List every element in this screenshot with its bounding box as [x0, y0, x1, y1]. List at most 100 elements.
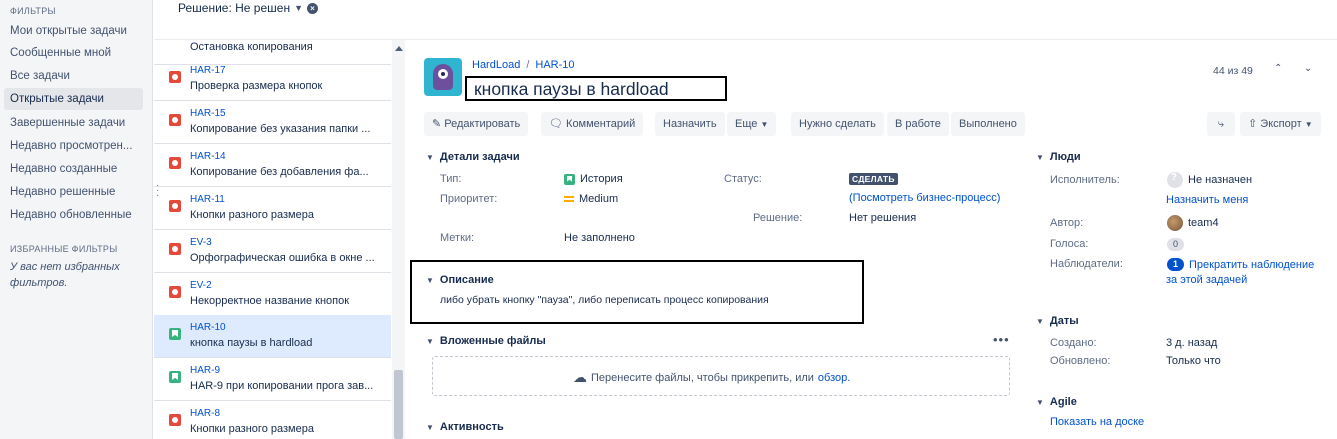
filter-recently-resolved[interactable]: Недавно решенные [4, 181, 143, 203]
comment-button[interactable]: 🗨 Комментарий [541, 112, 644, 136]
done-button[interactable]: Выполнено [951, 112, 1025, 136]
priority-value: Medium [564, 193, 618, 205]
filter-recently-created[interactable]: Недавно созданные [4, 158, 143, 180]
activity-section-toggle[interactable]: ▼ Активность [426, 421, 504, 433]
votes-label: Голоса: [1050, 238, 1089, 250]
filter-open[interactable]: Открытые задачи [4, 88, 143, 110]
filter-my-open[interactable]: Мои открытые задачи [4, 20, 143, 42]
share-button[interactable]: ⤷ [1207, 112, 1235, 136]
issue-pager: 44 из 49 [1213, 65, 1253, 77]
dates-heading: Даты [1049, 315, 1079, 327]
story-icon [564, 173, 575, 185]
list-item-summary: кнопка паузы в hardload [190, 337, 313, 349]
filter-all[interactable]: Все задачи [4, 65, 143, 87]
workflow-link[interactable]: (Посмотреть бизнес-процесс) [849, 192, 1000, 204]
list-item-selected[interactable]: HAR-10 кнопка паузы в hardload [154, 315, 391, 358]
assign-to-me-link[interactable]: Назначить меня [1166, 194, 1248, 206]
dates-section-toggle[interactable]: ▼ Даты [1036, 315, 1079, 327]
list-item-key[interactable]: HAR-9 [190, 365, 220, 376]
list-item-summary: Кнопки разного размера [190, 209, 314, 221]
breadcrumb-project[interactable]: HardLoad [472, 59, 520, 71]
list-item-summary: Орфографическая ошибка в окне ... [190, 252, 375, 264]
project-avatar[interactable] [424, 58, 462, 96]
export-button[interactable]: ⇧ Экспорт ▼ [1240, 112, 1321, 136]
status-badge: СДЕЛАТЬ [849, 173, 898, 185]
breadcrumb: HardLoad / HAR-10 [472, 59, 575, 71]
assignee-value: Не назначен [1167, 172, 1252, 188]
created-label: Создано: [1050, 337, 1097, 349]
created-value: 3 д. назад [1166, 337, 1218, 349]
list-item-key[interactable]: EV-3 [190, 237, 212, 248]
stop-watching-link[interactable]: Прекратить наблюдение [1189, 259, 1314, 271]
list-item[interactable]: HAR-9 HAR-9 при копировании прога зав... [154, 358, 391, 401]
list-item-key[interactable]: HAR-10 [190, 322, 226, 333]
attachment-dropzone[interactable]: ☁ Перенесите файлы, чтобы прикрепить, ил… [432, 356, 1010, 396]
list-item-summary: HAR-9 при копировании прога зав... [190, 380, 374, 392]
description-text[interactable]: либо убрать кнопку "пауза", либо перепис… [440, 294, 769, 306]
votes-value[interactable]: 0 [1167, 238, 1184, 251]
description-highlight [410, 260, 864, 324]
type-text: История [580, 173, 623, 185]
list-item[interactable]: HAR-8 Кнопки разного размера [154, 401, 391, 439]
people-section-toggle[interactable]: ▼ Люди [1036, 151, 1081, 163]
story-icon [169, 371, 181, 383]
bug-icon [169, 114, 181, 126]
chevron-down-icon: ▼ [426, 422, 434, 432]
favorites-heading: ИЗБРАННЫЕ ФИЛЬТРЫ [10, 244, 118, 254]
scroll-up-icon[interactable] [395, 46, 403, 51]
filter-recently-viewed[interactable]: Недавно просмотрен... [4, 135, 143, 157]
chevron-down-icon: ▼ [1036, 397, 1044, 407]
in-progress-button[interactable]: В работе [887, 112, 949, 136]
favorites-empty-note: У вас нет избранных фильтров. [10, 261, 120, 289]
list-item-key[interactable]: HAR-14 [190, 151, 226, 162]
chevron-down-icon[interactable]: ⌄ [1304, 63, 1312, 74]
clear-filter-icon[interactable]: × [307, 2, 318, 14]
more-button[interactable]: Еще ▼ [727, 112, 777, 136]
chevron-up-icon[interactable]: ⌃ [1274, 63, 1282, 74]
people-heading: Люди [1049, 151, 1081, 163]
chevron-down-icon: ▼ [426, 275, 434, 285]
stop-watching-link-line2[interactable]: за этой задачей [1166, 274, 1247, 286]
list-item-key[interactable]: HAR-17 [190, 65, 226, 76]
assign-button[interactable]: Назначить [655, 112, 725, 136]
dropzone-text: Перенесите файлы, чтобы прикрепить, или [591, 371, 814, 384]
list-item[interactable]: EV-3 Орфографическая ошибка в окне ... [154, 230, 391, 273]
issue-list-scrollbar[interactable] [392, 40, 405, 439]
list-item-key[interactable]: HAR-8 [190, 408, 220, 419]
filter-reported-by-me[interactable]: Сообщенные мной [4, 42, 143, 64]
priority-label: Приоритет: [440, 193, 498, 205]
browse-link[interactable]: обзор. [818, 372, 850, 384]
list-item[interactable]: HAR-15 Копирование без указания папки ..… [154, 101, 391, 144]
list-item-key[interactable]: HAR-11 [190, 194, 225, 205]
resolution-filter[interactable]: Решение: Не решен ▼ × [178, 1, 318, 15]
description-section-toggle[interactable]: ▼ Описание [426, 274, 494, 286]
issue-toolbar: ✎ Редактировать 🗨 Комментарий Назначить … [406, 112, 1337, 136]
comment-button-label: Комментарий [566, 118, 636, 130]
chevron-down-icon: ▼ [426, 336, 434, 346]
attachments-section-toggle[interactable]: ▼ Вложенные файлы [426, 335, 546, 347]
chevron-down-icon: ▼ [294, 3, 303, 13]
list-item-key[interactable]: EV-2 [190, 280, 212, 291]
show-on-board-link[interactable]: Показать на доске [1050, 416, 1144, 428]
edit-button[interactable]: ✎ Редактировать [424, 112, 529, 136]
filter-recently-updated[interactable]: Недавно обновленные [4, 204, 143, 226]
list-item-key[interactable]: HAR-15 [190, 108, 226, 119]
list-item[interactable]: HAR-17 Проверка размера кнопок [154, 58, 391, 101]
breadcrumb-key[interactable]: HAR-10 [535, 59, 574, 71]
labels-label: Метки: [440, 232, 475, 244]
todo-button[interactable]: Нужно сделать [791, 112, 884, 136]
issue-title[interactable]: кнопка паузы в hardload [474, 79, 669, 100]
more-options-icon[interactable]: ••• [993, 332, 1010, 347]
filter-done[interactable]: Завершенные задачи [4, 112, 143, 134]
list-item[interactable]: HAR-14 Копирование без добавления фа... [154, 144, 391, 187]
issue-detail: HardLoad / HAR-10 кнопка паузы в hardloa… [406, 40, 1337, 439]
list-item[interactable]: HAR-11 Кнопки разного размера [154, 187, 391, 230]
scroll-thumb[interactable] [394, 370, 403, 439]
type-value: История [564, 173, 623, 185]
agile-section-toggle[interactable]: ▼ Agile [1036, 396, 1077, 408]
watchers-badge[interactable]: 1 [1167, 258, 1184, 271]
status-value: СДЕЛАТЬ [849, 173, 898, 185]
details-section-toggle[interactable]: ▼ Детали задачи [426, 151, 520, 163]
watchers-label: Наблюдатели: [1050, 258, 1123, 270]
list-item[interactable]: EV-2 Некорректное название кнопок [154, 273, 391, 316]
